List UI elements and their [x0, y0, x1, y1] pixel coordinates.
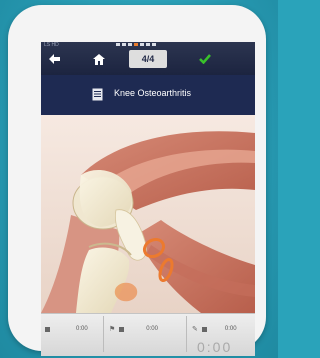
draw-icon: ✎ — [192, 326, 198, 333]
progress-dot — [116, 43, 120, 46]
clip-time: 0:00 — [146, 326, 158, 332]
progress-dot — [146, 43, 150, 46]
timeline-divider — [186, 316, 187, 352]
top-bar: LS HD 4/4 — [41, 42, 255, 75]
clip-time: 0:00 — [224, 326, 237, 332]
tablet-frame: LS HD 4/4 Knee Osteoarthritis 0:00 ⚑ 0:0… — [8, 5, 266, 356]
title-bar: Knee Osteoarthritis — [41, 75, 255, 115]
timeline-clip[interactable]: 0:00 — [45, 319, 88, 339]
timeline-bar: 0:00 ⚑ 0:00 ✎ 0:00 0:00 — [41, 313, 255, 356]
elapsed-time: 0:00 — [197, 339, 233, 355]
markers-icon: ⚑ — [109, 326, 116, 333]
page-indicator: 4/4 — [129, 50, 167, 68]
nav-bar: 4/4 — [41, 49, 255, 71]
home-button[interactable] — [88, 49, 110, 69]
progress-dot — [140, 43, 144, 46]
timeline-clip[interactable]: ✎ 0:00 — [192, 319, 237, 339]
progress-dots — [116, 43, 156, 46]
progress-dot — [128, 43, 132, 46]
app-screen: LS HD 4/4 Knee Osteoarthritis 0:00 ⚑ 0:0… — [41, 42, 255, 356]
stop-icon — [119, 326, 125, 332]
stop-icon — [45, 326, 50, 332]
timeline-clip[interactable]: ⚑ 0:00 — [109, 319, 158, 339]
checkmark-icon — [199, 54, 211, 64]
status-text: LS HD — [44, 42, 59, 48]
home-icon — [93, 53, 105, 65]
timeline-divider — [103, 316, 104, 352]
arrow-left-icon — [48, 54, 60, 64]
progress-dot — [122, 43, 126, 46]
knee-illustration — [41, 115, 255, 313]
progress-dot-active — [134, 43, 138, 46]
stop-icon — [201, 326, 207, 332]
clip-time: 0:00 — [76, 326, 88, 332]
document-icon — [92, 88, 103, 101]
page-title: Knee Osteoarthritis — [114, 88, 192, 98]
back-button[interactable] — [43, 49, 65, 69]
confirm-button[interactable] — [193, 49, 217, 69]
progress-dot — [152, 43, 156, 46]
